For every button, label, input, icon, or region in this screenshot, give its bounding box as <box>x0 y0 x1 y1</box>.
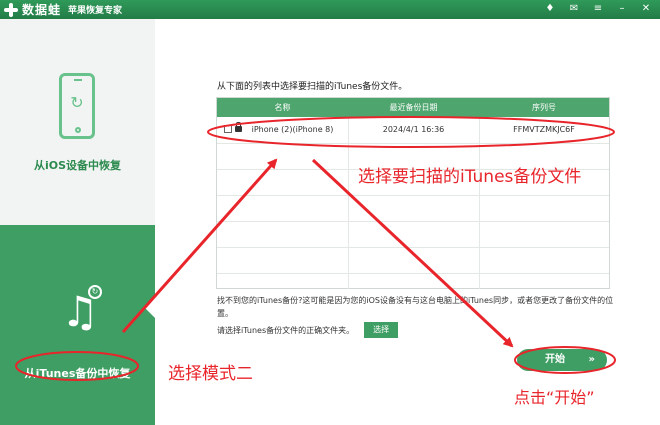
grid-line <box>217 143 609 144</box>
app-name: 数据蛙 <box>22 3 62 17</box>
instruction-text: 从下面的列表中选择要扫描的iTunes备份文件。 <box>217 82 408 92</box>
sidebar-item-ios-recovery[interactable]: ↻ 从iOS设备中恢复 <box>0 19 155 225</box>
window-controls: ♦ ✉ ≡ – ✕ <box>542 2 654 16</box>
double-chevron-right-icon: » <box>588 354 595 365</box>
annotation-select-mode: 选择模式二 <box>168 364 253 384</box>
title-bar: 数据蛙 苹果恢复专家 ♦ ✉ ≡ – ✕ <box>0 0 660 19</box>
row-checkbox[interactable] <box>224 125 232 133</box>
column-header-serial[interactable]: 序列号 <box>479 98 609 117</box>
sidebar-item-label: 从iOS设备中恢复 <box>33 159 122 172</box>
grid-line <box>217 247 609 248</box>
cell-device-name: iPhone (2)(iPhone 8) <box>251 125 334 134</box>
backup-table: 名称 最近备份日期 序列号 iPhone (2)(iPhone 8) 2024/… <box>216 97 610 289</box>
app-subtitle: 苹果恢复专家 <box>68 6 123 16</box>
grid-line <box>217 273 609 274</box>
app-window: 数据蛙 苹果恢复专家 ♦ ✉ ≡ – ✕ ↻ 从iOS设备中恢复 ♫ ↻ 从iT… <box>0 0 660 425</box>
sidebar: ↻ 从iOS设备中恢复 ♫ ↻ 从iTunes备份中恢复 <box>0 19 155 425</box>
menu-icon[interactable]: ≡ <box>590 2 606 16</box>
sidebar-item-label: 从iTunes备份中恢复 <box>24 367 131 380</box>
annotation-click-start: 点击“开始” <box>514 388 595 407</box>
help-text: 找不到您的iTunes备份?这可能是因为您的iOS设备没有与这台电脑上的iTun… <box>217 296 614 318</box>
table-row[interactable]: iPhone (2)(iPhone 8) 2024/4/1 16:36 FFMV… <box>217 117 609 143</box>
choose-folder-button[interactable]: 选择 <box>364 322 399 338</box>
table-header: 名称 最近备份日期 序列号 <box>217 98 609 117</box>
gem-icon[interactable]: ♦ <box>542 2 558 16</box>
cell-serial: FFMVTZMKJC6F <box>513 125 575 134</box>
refresh-badge-icon: ↻ <box>88 285 102 299</box>
start-button-label: 开始 <box>545 354 565 365</box>
start-button[interactable]: 开始 » <box>517 349 607 371</box>
sidebar-item-itunes-recovery[interactable]: ♫ ↻ 从iTunes备份中恢复 <box>0 225 155 425</box>
column-header-name[interactable]: 名称 <box>217 98 348 117</box>
phone-restore-icon: ↻ <box>59 73 95 139</box>
mail-icon[interactable]: ✉ <box>566 2 582 16</box>
column-header-date[interactable]: 最近备份日期 <box>348 98 479 117</box>
grid-line <box>217 195 609 196</box>
choose-folder-row: 请选择iTunes备份文件的正确文件夹。 选择 <box>217 322 399 338</box>
app-logo: 数据蛙 <box>4 1 61 18</box>
choose-folder-label: 请选择iTunes备份文件的正确文件夹。 <box>217 325 355 335</box>
minimize-icon[interactable]: – <box>614 2 630 16</box>
cell-backup-date: 2024/4/1 16:36 <box>382 125 445 134</box>
close-icon[interactable]: ✕ <box>638 2 654 16</box>
logo-plus-icon <box>4 2 18 17</box>
active-mode-pointer <box>145 298 155 318</box>
grid-line <box>217 221 609 222</box>
annotation-select-backup: 选择要扫描的iTunes备份文件 <box>358 167 582 187</box>
